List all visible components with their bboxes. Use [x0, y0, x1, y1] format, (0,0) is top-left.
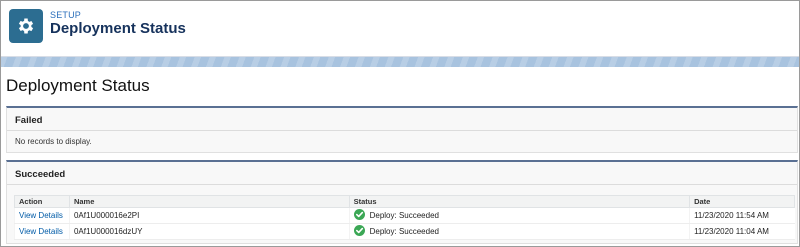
column-header-date[interactable]: Date	[689, 195, 795, 208]
status-cell: Deploy: Succeeded	[348, 223, 690, 240]
section-divider	[7, 130, 797, 131]
breadcrumb[interactable]: SETUP	[50, 10, 81, 20]
action-cell: View Details	[14, 207, 70, 224]
column-header-action[interactable]: Action	[14, 195, 70, 208]
name-cell: 0Af1U000016dzUY	[68, 223, 350, 240]
action-cell: View Details	[14, 223, 70, 240]
table-row: View Details 0Af1U000016dzUY Deploy: Suc…	[14, 223, 795, 240]
check-circle-icon	[353, 209, 365, 220]
page-content: Deployment Status Failed No records to d…	[1, 67, 799, 246]
view-details-link[interactable]: View Details	[19, 227, 63, 236]
section-divider	[7, 184, 797, 185]
table-row: View Details 0Af1U000016e2PI Deploy: Suc…	[14, 207, 795, 224]
status-cell: Deploy: Succeeded	[348, 207, 690, 224]
failed-section: Failed No records to display.	[6, 106, 798, 153]
header-title: Deployment Status	[50, 20, 186, 37]
succeeded-table: Action Name Status Date View Details 0Af…	[14, 195, 795, 240]
status-text: Deploy: Succeeded	[369, 227, 439, 236]
setup-header: SETUP Deployment Status	[1, 1, 799, 57]
view-details-link[interactable]: View Details	[19, 211, 63, 220]
page-title: Deployment Status	[6, 76, 150, 95]
no-records-text: No records to display.	[15, 137, 92, 146]
table-header-row: Action Name Status Date	[14, 195, 795, 208]
column-header-name[interactable]: Name	[68, 195, 350, 208]
decorative-band	[1, 57, 799, 67]
gear-icon[interactable]	[9, 9, 43, 43]
name-cell: 0Af1U000016e2PI	[68, 207, 350, 224]
status-text: Deploy: Succeeded	[369, 211, 439, 220]
date-cell: 11/23/2020 11:04 AM	[689, 223, 795, 240]
check-circle-icon	[353, 225, 365, 236]
column-header-status[interactable]: Status	[348, 195, 691, 208]
failed-section-title: Failed	[15, 115, 43, 126]
succeeded-section-title: Succeeded	[15, 169, 66, 180]
date-cell: 11/23/2020 11:54 AM	[689, 207, 795, 224]
succeeded-section: Succeeded Action Name Status Date View D…	[6, 160, 798, 244]
